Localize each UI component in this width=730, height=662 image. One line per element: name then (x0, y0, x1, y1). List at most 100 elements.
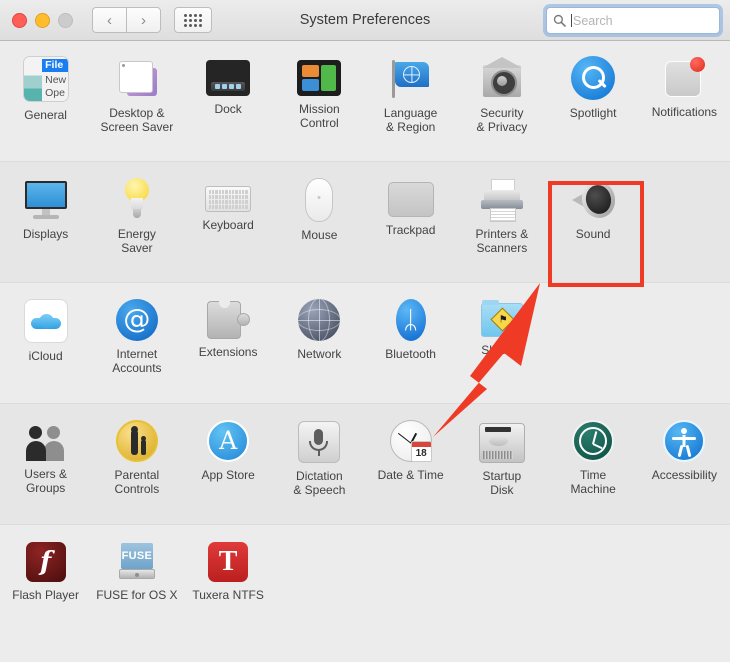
parental-controls-icon (116, 420, 158, 462)
notification-badge (690, 57, 705, 72)
pref-label: Spotlight (548, 106, 638, 120)
pref-label: App Store (183, 468, 273, 482)
app-store-glyph: A (209, 422, 247, 460)
desktop-screensaver-icon (113, 58, 161, 100)
sharing-glyph: ⚑ (499, 315, 508, 326)
pref-security-privacy[interactable]: Security& Privacy (456, 41, 547, 161)
tuxera-glyph: T (208, 542, 248, 582)
pref-mission-control[interactable]: MissionControl (274, 41, 365, 161)
notifications-icon (663, 57, 705, 99)
pref-flash-player[interactable]: f Flash Player (0, 525, 91, 645)
general-icon: File New Ope (23, 56, 69, 102)
pref-parental-controls[interactable]: ParentalControls (91, 404, 182, 524)
pref-users-groups[interactable]: Users &Groups (0, 404, 91, 524)
startup-disk-icon (479, 423, 525, 463)
pref-printers-scanners[interactable]: Printers &Scanners (456, 162, 547, 282)
mission-control-icon (297, 60, 341, 96)
pref-label: Tuxera NTFS (183, 588, 273, 602)
pref-bluetooth[interactable]: ᛦ Bluetooth (365, 283, 456, 403)
pref-extensions[interactable]: Extensions (183, 283, 274, 403)
row-hardware: Displays EnergySaver Keyboard M (0, 162, 730, 283)
pref-network[interactable]: Network (274, 283, 365, 403)
pref-label: Printers &Scanners (457, 227, 547, 255)
search-icon (553, 14, 566, 27)
pref-language-region[interactable]: Language& Region (365, 41, 456, 161)
pref-spotlight[interactable]: Spotlight (548, 41, 639, 161)
tuxera-ntfs-icon: T (208, 542, 248, 582)
back-button[interactable]: ‹ (92, 7, 126, 33)
pref-keyboard[interactable]: Keyboard (183, 162, 274, 282)
pref-displays[interactable]: Displays (0, 162, 91, 282)
pref-label: Security& Privacy (457, 106, 547, 134)
time-machine-icon (572, 420, 614, 462)
row-system: Users &Groups ParentalControls A App Sto… (0, 404, 730, 525)
fuse-label: FUSE (122, 550, 153, 562)
grid-icon (184, 14, 202, 27)
general-menu-file: File (42, 59, 68, 72)
flash-player-icon: f (26, 542, 66, 582)
pref-label: Dictation& Speech (274, 469, 364, 497)
flash-glyph: f (26, 542, 66, 582)
minimize-button[interactable] (35, 13, 50, 28)
sound-icon (570, 179, 616, 221)
mouse-icon (305, 178, 333, 222)
pref-label: FUSE for OS X (92, 588, 182, 602)
general-menu-open: Ope (42, 87, 68, 99)
pref-label: Mouse (274, 228, 364, 242)
pref-mouse[interactable]: Mouse (274, 162, 365, 282)
pref-icloud[interactable]: iCloud (0, 283, 91, 403)
energy-saver-icon (117, 177, 157, 221)
trackpad-icon (388, 182, 434, 217)
pref-label: Trackpad (366, 223, 456, 237)
general-menu-new: New (42, 74, 68, 86)
pref-label: ParentalControls (92, 468, 182, 496)
pref-dock[interactable]: Dock (183, 41, 274, 161)
pref-label: Language& Region (366, 106, 456, 134)
pref-empty (639, 162, 730, 282)
pref-accessibility[interactable]: Accessibility (639, 404, 730, 524)
pref-empty (274, 525, 365, 645)
pref-label: Network (274, 347, 364, 361)
pref-fuse[interactable]: FUSE FUSE for OS X (91, 525, 182, 645)
pref-label: Flash Player (1, 588, 91, 602)
pref-tuxera-ntfs[interactable]: T Tuxera NTFS (183, 525, 274, 645)
search-placeholder: Search (573, 14, 613, 28)
pref-notifications[interactable]: Notifications (639, 41, 730, 161)
pref-empty (639, 525, 730, 645)
pref-sharing[interactable]: ⚑ Sharing (456, 283, 547, 403)
pref-internet-accounts[interactable]: @ InternetAccounts (91, 283, 182, 403)
pref-label: Desktop &Screen Saver (92, 106, 182, 134)
pref-time-machine[interactable]: TimeMachine (548, 404, 639, 524)
pref-app-store[interactable]: A App Store (183, 404, 274, 524)
pref-desktop-screensaver[interactable]: Desktop &Screen Saver (91, 41, 182, 161)
pref-label: Bluetooth (366, 347, 456, 361)
pref-label: Sharing (457, 343, 547, 357)
pref-label: Date & Time (366, 468, 456, 482)
close-button[interactable] (12, 13, 27, 28)
pref-label: Sound (548, 227, 638, 241)
internet-accounts-icon: @ (116, 299, 158, 341)
sharing-icon: ⚑ (481, 303, 523, 337)
pref-startup-disk[interactable]: StartupDisk (456, 404, 547, 524)
pref-trackpad[interactable]: Trackpad (365, 162, 456, 282)
pref-date-time[interactable]: 18 Date & Time (365, 404, 456, 524)
navigation-buttons: ‹ › (92, 7, 161, 33)
printers-scanners-icon (480, 179, 524, 221)
pref-general[interactable]: File New Ope General (0, 41, 91, 161)
forward-button[interactable]: › (126, 7, 161, 33)
pref-label: Dock (183, 102, 273, 116)
show-all-button[interactable] (174, 7, 212, 33)
pref-sound[interactable]: Sound (548, 162, 639, 282)
chevron-left-icon: ‹ (107, 13, 112, 28)
pref-dictation-speech[interactable]: Dictation& Speech (274, 404, 365, 524)
system-preferences-window: ‹ › System Preferences Search (0, 0, 730, 662)
row-internet-wireless: iCloud @ InternetAccounts Extensions Net… (0, 283, 730, 404)
zoom-button (58, 13, 73, 28)
pref-energy-saver[interactable]: EnergySaver (91, 162, 182, 282)
bluetooth-glyph: ᛦ (396, 299, 426, 341)
icloud-icon (24, 299, 68, 343)
search-field[interactable]: Search (546, 7, 720, 34)
spotlight-icon (571, 56, 615, 100)
pref-empty (456, 525, 547, 645)
pref-label: Users &Groups (1, 467, 91, 495)
